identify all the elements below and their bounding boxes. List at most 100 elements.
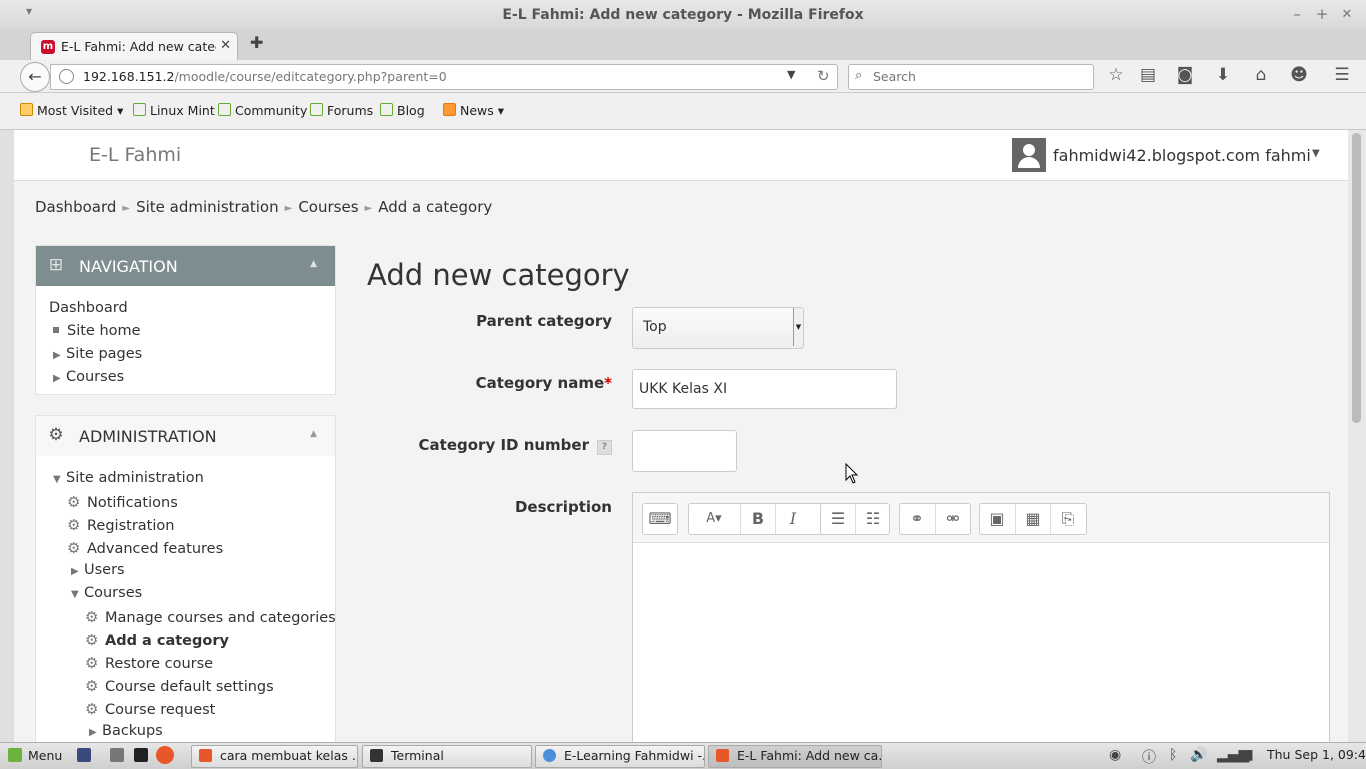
hello-chat-icon[interactable]: ☻ <box>1287 65 1311 85</box>
admin-course-request[interactable]: ⚙ Course request <box>85 700 215 718</box>
show-desktop-icon[interactable] <box>77 748 91 762</box>
battery-tray-icon[interactable]: ▮ <box>1246 747 1254 763</box>
url-text[interactable]: 192.168.151.2/moodle/course/editcategory… <box>83 69 447 84</box>
admin-add-a-category[interactable]: ⚙ Add a category <box>85 631 229 649</box>
breadcrumb-site-administration[interactable]: Site administration <box>136 198 279 216</box>
admin-users[interactable]: ▶ Users <box>71 562 125 578</box>
gear-icon: ⚙ <box>67 516 81 534</box>
admin-restore-course[interactable]: ⚙ Restore course <box>85 654 213 672</box>
firefox-icon <box>199 749 212 762</box>
bookmark-community[interactable]: Community <box>218 103 307 118</box>
admin-registration[interactable]: ⚙ Registration <box>67 516 174 534</box>
admin-site-administration[interactable]: ▼ Site administration <box>53 470 204 486</box>
menu-hamburger-icon[interactable]: ☰ <box>1330 65 1354 85</box>
show-more-buttons-icon[interactable]: ⌨ <box>643 504 677 534</box>
collapse-icon[interactable]: ▲ <box>310 259 317 269</box>
parent-category-select[interactable]: Top ▼ <box>632 307 804 349</box>
search-bar[interactable]: ⌕ <box>848 64 1094 90</box>
admin-courses[interactable]: ▼ Courses <box>71 585 142 601</box>
bookmark-news[interactable]: News ▾ <box>443 103 504 118</box>
back-button[interactable]: ← <box>20 62 50 92</box>
terminal-launcher-icon[interactable] <box>134 748 148 762</box>
help-icon[interactable]: ? <box>597 440 612 455</box>
bookmark-blog[interactable]: Blog <box>380 103 425 118</box>
update-tray-icon[interactable]: ⓘ <box>1142 747 1156 767</box>
paragraph-styles-icon[interactable]: A▾ <box>689 504 739 534</box>
manage-files-icon[interactable]: ⎘ <box>1050 504 1085 534</box>
link-icon[interactable]: ⚭ <box>900 504 934 534</box>
user-menu-caret-icon[interactable]: ▼ <box>1312 148 1320 159</box>
scrollbar-thumb[interactable] <box>1352 133 1361 423</box>
file-manager-icon[interactable] <box>110 748 124 762</box>
administration-block-header[interactable]: ⚙ ADMINISTRATION ▲ <box>36 416 335 456</box>
reading-list-icon[interactable]: ▤ <box>1136 65 1160 85</box>
taskbar-window-cara-membuat-kelas[interactable]: cara membuat kelas ... <box>191 745 358 768</box>
volume-tray-icon[interactable]: 🔊 <box>1190 747 1207 763</box>
navigation-block-header[interactable]: ⊞ NAVIGATION ▲ <box>36 246 335 286</box>
mint-icon <box>133 103 146 116</box>
firefox-launcher-icon[interactable] <box>156 746 174 764</box>
bookmarks-toolbar: Most Visited ▾ Linux Mint Community Foru… <box>0 93 1366 130</box>
breadcrumb-dashboard[interactable]: Dashboard <box>35 198 116 216</box>
bookmark-star-icon[interactable]: ☆ <box>1104 65 1128 85</box>
admin-manage-courses[interactable]: ⚙ Manage courses and categories <box>85 608 336 626</box>
nav-item-site-pages[interactable]: ▶ Site pages <box>53 346 142 362</box>
taskbar-window-elearning[interactable]: E-Learning Fahmidwi -... <box>535 745 705 768</box>
tab-label: E-L Fahmi: Add new categ… <box>61 39 216 54</box>
bookmark-forums[interactable]: Forums <box>310 103 373 118</box>
tab-strip: m E-L Fahmi: Add new categ… ✕ ✚ <box>0 30 1366 61</box>
italic-icon[interactable]: I <box>775 504 810 534</box>
maximize-button[interactable]: + <box>1313 5 1331 23</box>
description-label: Description <box>514 498 612 516</box>
collapse-icon[interactable]: ▲ <box>310 429 317 439</box>
taskbar-window-el-fahmi[interactable]: E-L Fahmi: Add new ca... <box>708 745 882 768</box>
breadcrumb-courses[interactable]: Courses <box>298 198 358 216</box>
bold-icon[interactable]: B <box>740 504 775 534</box>
start-menu-button[interactable]: Menu <box>8 746 62 766</box>
insert-image-icon[interactable]: ▣ <box>980 504 1014 534</box>
tab-close-icon[interactable]: ✕ <box>220 38 231 53</box>
taskbar-window-terminal[interactable]: Terminal <box>362 745 532 768</box>
nav-item-courses[interactable]: ▶ Courses <box>53 369 124 385</box>
url-bar[interactable]: 192.168.151.2/moodle/course/editcategory… <box>50 64 838 90</box>
admin-advanced-features[interactable]: ⚙ Advanced features <box>67 539 223 557</box>
network-tray-icon[interactable]: ▂▄▆ <box>1217 747 1249 763</box>
unordered-list-icon[interactable]: ☰ <box>821 504 855 534</box>
admin-notifications[interactable]: ⚙ Notifications <box>67 493 178 511</box>
category-id-number-input[interactable] <box>632 430 737 472</box>
reload-icon[interactable]: ↻ <box>817 67 830 85</box>
url-history-dropdown-icon[interactable]: ▼ <box>787 68 795 81</box>
close-window-button[interactable]: ✕ <box>1338 7 1356 22</box>
gear-icon: ⚙ <box>85 654 99 672</box>
page-scrollbar[interactable] <box>1348 130 1366 742</box>
site-identity-icon[interactable] <box>59 69 74 84</box>
category-name-input[interactable] <box>632 369 897 409</box>
downloads-icon[interactable]: ⬇ <box>1211 65 1235 85</box>
breadcrumb: Dashboard ► Site administration ► Courses ► Ad… <box>35 198 492 216</box>
user-menu[interactable]: fahmidwi42.blogspot.com fahmi <box>1053 146 1311 165</box>
admin-backups[interactable]: ▶ Backups <box>89 723 163 739</box>
new-tab-button[interactable]: ✚ <box>250 33 263 52</box>
bookmark-most-visited[interactable]: Most Visited ▾ <box>20 103 123 118</box>
clock[interactable]: Thu Sep 1, 09:46 <box>1267 747 1366 762</box>
editor-content-area[interactable] <box>633 543 1329 742</box>
admin-course-default-settings[interactable]: ⚙ Course default settings <box>85 677 274 695</box>
minimize-button[interactable]: – <box>1288 5 1306 23</box>
nav-item-dashboard[interactable]: Dashboard <box>49 300 128 316</box>
tab-active[interactable]: m E-L Fahmi: Add new categ… ✕ <box>30 32 238 61</box>
ordered-list-icon[interactable]: ☷ <box>855 504 890 534</box>
site-brand[interactable]: E-L Fahmi <box>89 144 181 166</box>
nav-item-site-home[interactable]: Site home <box>53 323 141 339</box>
user-avatar[interactable] <box>1012 138 1046 172</box>
steam-tray-icon[interactable]: ◉ <box>1109 747 1121 763</box>
gear-icon: ⚙ <box>85 677 99 695</box>
search-input[interactable] <box>871 68 1085 85</box>
insert-media-icon[interactable]: ▦ <box>1015 504 1050 534</box>
breadcrumb-add-a-category[interactable]: Add a category <box>378 198 492 216</box>
bookmark-linux-mint[interactable]: Linux Mint <box>133 103 215 118</box>
unlink-icon[interactable]: ⚮ <box>935 504 970 534</box>
home-icon[interactable]: ⌂ <box>1249 65 1273 85</box>
toolbar-group-media: ▣ ▦ ⎘ <box>979 503 1087 535</box>
pocket-icon[interactable]: ◙ <box>1173 65 1197 85</box>
bluetooth-tray-icon[interactable]: ᛒ <box>1169 747 1177 763</box>
